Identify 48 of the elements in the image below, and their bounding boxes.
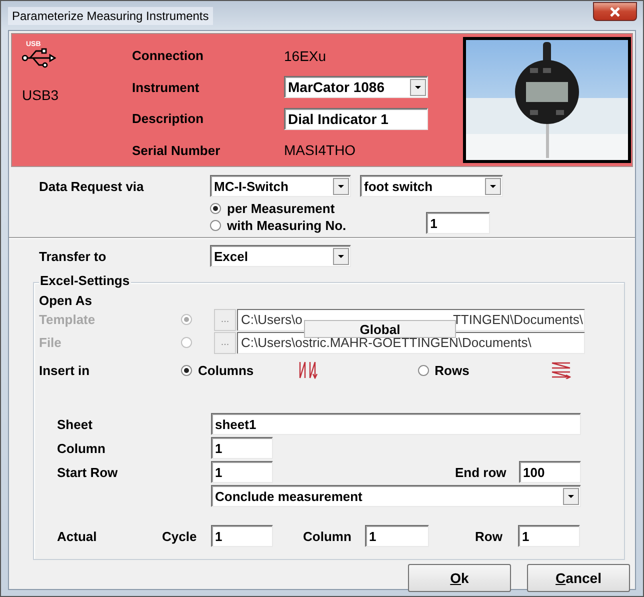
start-row-field[interactable]: 1	[211, 461, 273, 483]
data-request-label: Data Request via	[39, 178, 145, 194]
rows-icon	[551, 361, 572, 379]
end-row-label: End row	[455, 464, 508, 480]
cancel-button[interactable]: Cancel	[527, 564, 630, 592]
instrument-dropdown[interactable]: MarCator 1086	[284, 76, 428, 98]
close-button[interactable]	[593, 2, 637, 21]
transfer-dropdown[interactable]: Excel	[210, 245, 351, 267]
open-option-label: File	[39, 335, 62, 350]
group-title: Excel-Settings	[39, 273, 131, 288]
columns-icon	[298, 361, 318, 379]
close-icon	[609, 6, 621, 16]
field-label: Description	[132, 111, 205, 126]
cycle-field[interactable]: 1	[211, 525, 273, 547]
actual-column-field[interactable]: 1	[365, 525, 429, 547]
insert-label: Insert in	[39, 362, 91, 378]
global-tooltip: Global	[304, 320, 456, 338]
field-value: 16EXu	[284, 48, 326, 64]
insert-radio[interactable]: Rows	[418, 362, 470, 378]
cycle-label: Cycle	[162, 528, 198, 544]
insert-radio[interactable]: Columns	[181, 362, 254, 378]
sheet-label: Sheet	[56, 416, 94, 432]
ok-button[interactable]: Ok	[408, 564, 511, 592]
measuring-no-field[interactable]: 1	[426, 212, 490, 234]
field-label: Connection	[132, 48, 204, 64]
field-value: MASI4THO	[284, 142, 356, 158]
port-label: USB3	[22, 87, 60, 103]
mode-radio[interactable]: with Measuring No.	[210, 217, 346, 234]
sheet-field[interactable]: sheet1	[211, 413, 581, 435]
source-dropdown[interactable]: MC-I-Switch	[210, 175, 351, 197]
trigger-dropdown[interactable]: foot switch	[360, 175, 503, 197]
description-field[interactable]: Dial Indicator 1	[284, 108, 428, 130]
mode-radio[interactable]: per Measurement	[210, 200, 346, 217]
open-option-label: Template	[39, 312, 96, 327]
actual-row-label: Row	[475, 528, 504, 544]
transfer-label: Transfer to	[39, 248, 108, 264]
conclude-dropdown[interactable]: Conclude measurement	[211, 485, 581, 507]
actual-label: Actual	[56, 528, 98, 544]
column-label: Column	[56, 440, 106, 456]
window-title: Parameterize Measuring Instruments	[8, 6, 213, 24]
field-label: Serial Number	[132, 142, 222, 158]
actual-row-field[interactable]: 1	[518, 525, 580, 547]
open-as-label: Open As	[39, 293, 92, 308]
column-field[interactable]: 1	[211, 437, 273, 459]
field-label: Instrument	[132, 80, 200, 95]
start-row-label: Start Row	[56, 464, 119, 480]
end-row-field[interactable]: 100	[519, 461, 581, 483]
actual-column-label: Column	[303, 528, 352, 544]
